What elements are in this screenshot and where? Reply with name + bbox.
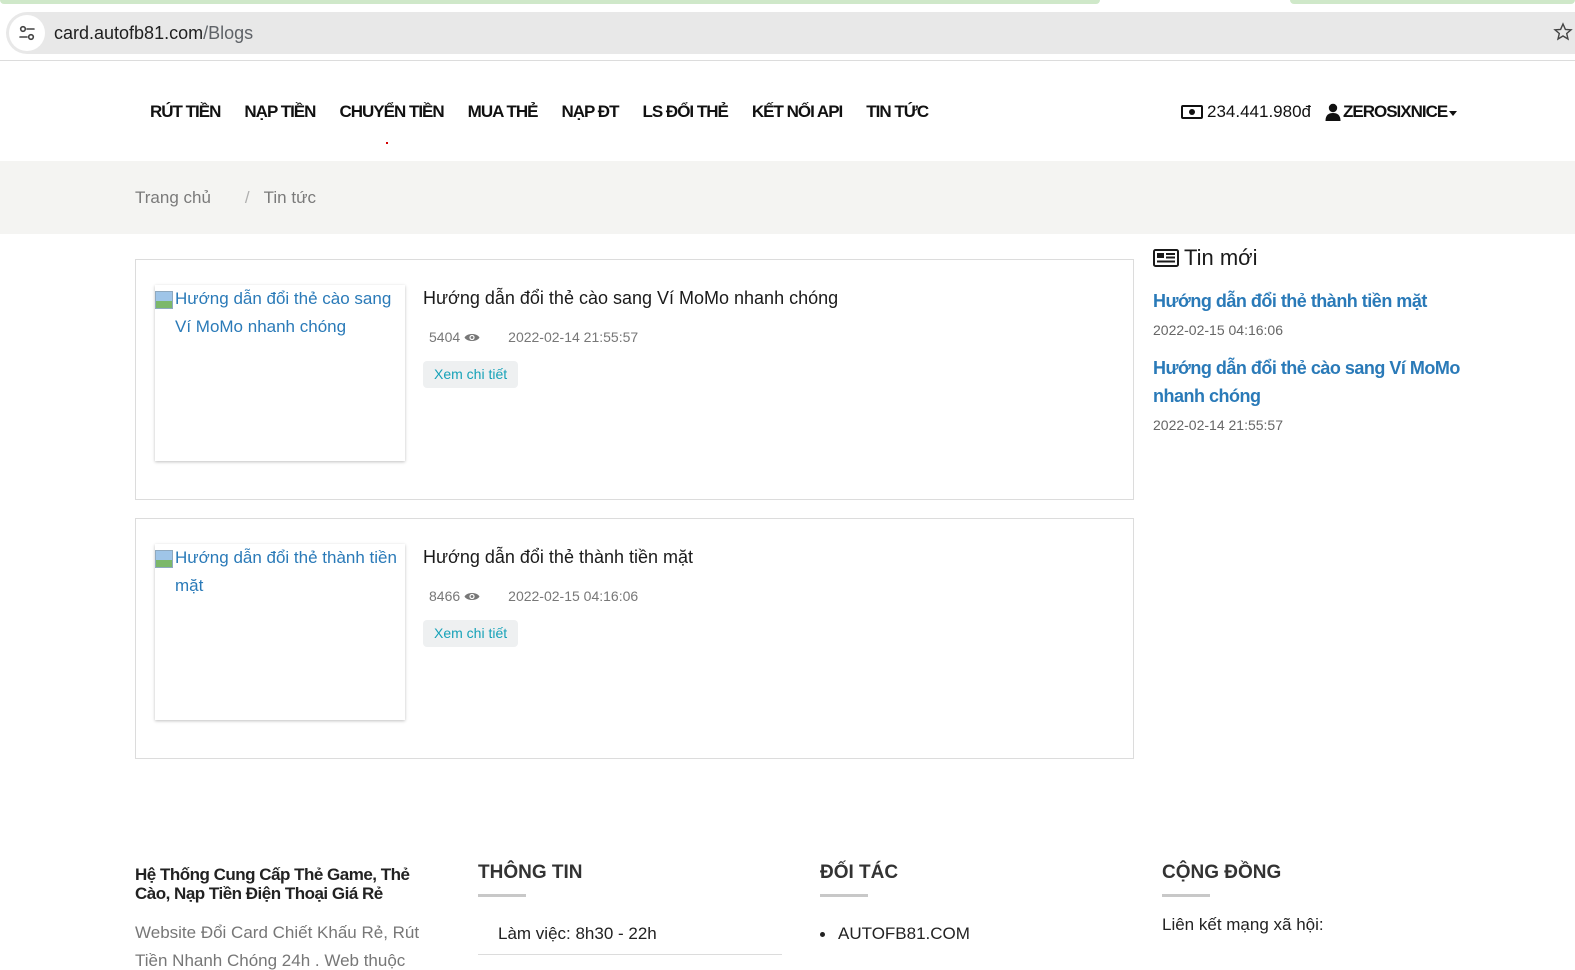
- nav-item-label: CHUYỂN TIỀN: [339, 102, 444, 121]
- user-menu-toggle[interactable]: ZEROSIXNICE: [1343, 102, 1448, 122]
- post-date: 2022-02-15 04:16:06: [508, 588, 639, 604]
- breadcrumb-home-link[interactable]: Trang chủ: [135, 188, 211, 208]
- breadcrumb-bar: Trang chủ / Tin tức: [0, 161, 1575, 234]
- breadcrumb-separator: /: [244, 188, 250, 207]
- eye-icon: [464, 592, 480, 600]
- footer-heading-rule: [820, 894, 868, 897]
- url-host: card.autofb81.com: [54, 22, 204, 43]
- url-path: /Blogs: [203, 22, 254, 43]
- footer-partner-link[interactable]: AUTOFB81.COM: [838, 924, 970, 943]
- eye-icon: [464, 333, 480, 341]
- money-icon: [1181, 105, 1203, 119]
- balance-amount: 234.441.980đ: [1207, 102, 1311, 121]
- sidebar-news-link[interactable]: Hướng dẫn đổi thẻ cào sang Ví MoMo nhanh…: [1153, 354, 1473, 410]
- sidebar-heading: Tin mới: [1153, 245, 1473, 271]
- newspaper-icon: [1153, 249, 1179, 267]
- nav-item-rut-tien[interactable]: RÚT TIỀN: [150, 102, 221, 122]
- footer-info: THÔNG TIN Làm việc: 8h30 - 22h: [478, 862, 782, 955]
- sidebar-latest-news: Tin mới Hướng dẫn đổi thẻ thành tiền mặt…: [1153, 245, 1473, 433]
- site-navbar: RÚT TIỀN NẠP TIỀN CHUYỂN TIỀN MUA THẺ NẠ…: [0, 62, 1575, 161]
- view-detail-button[interactable]: Xem chi tiết: [423, 361, 519, 388]
- post-thumbnail[interactable]: Hướng dẫn đổi thẻ cào sang Ví MoMo nhanh…: [155, 285, 405, 461]
- user-icon[interactable]: [1325, 103, 1341, 121]
- bullet-icon: [820, 932, 825, 938]
- bookmark-star-icon[interactable]: [1553, 22, 1573, 42]
- nav-item-tin-tuc[interactable]: TIN TỨC: [866, 102, 929, 122]
- footer-partner-heading: ĐỐI TÁC: [820, 862, 899, 883]
- footer-brand-title: Hệ Thống Cung Cấp Thẻ Game, Thẻ Cào, Nạp…: [135, 865, 410, 903]
- footer-community-heading: CỘNG ĐỒNG: [1162, 862, 1282, 883]
- post-meta: 5404 2022-02-14 21:55:57: [429, 329, 638, 345]
- active-indicator: [386, 142, 389, 144]
- nav-item-mua-the[interactable]: MUA THẺ: [468, 102, 539, 122]
- nav-item-ls-doi-the[interactable]: LS ĐỔI THẺ: [642, 102, 728, 122]
- nav-menu: RÚT TIỀN NẠP TIỀN CHUYỂN TIỀN MUA THẺ NẠ…: [150, 102, 952, 144]
- sidebar-news-item: Hướng dẫn đổi thẻ thành tiền mặt 2022-02…: [1153, 287, 1473, 338]
- broken-image-alt: Hướng dẫn đổi thẻ cào sang Ví MoMo nhanh…: [155, 285, 405, 341]
- footer-partner-item[interactable]: AUTOFB81.COM: [820, 924, 970, 944]
- footer-brand: Hệ Thống Cung Cấp Thẻ Game, Thẻ Cào, Nạp…: [135, 865, 425, 970]
- footer-info-heading: THÔNG TIN: [478, 862, 583, 883]
- browser-toolbar: card.autofb81.com/Blogs: [0, 4, 1575, 61]
- breadcrumb: Trang chủ / Tin tức: [135, 188, 316, 208]
- sidebar-news-item: Hướng dẫn đổi thẻ cào sang Ví MoMo nhanh…: [1153, 354, 1473, 433]
- post-meta: 8466 2022-02-15 04:16:06: [429, 588, 638, 604]
- footer-community: CỘNG ĐỒNG Liên kết mạng xã hội:: [1162, 862, 1324, 935]
- post-title[interactable]: Hướng dẫn đổi thẻ cào sang Ví MoMo nhanh…: [423, 288, 838, 309]
- footer-partners: ĐỐI TÁC AUTOFB81.COM: [820, 862, 970, 944]
- sidebar-news-date: 2022-02-14 21:55:57: [1153, 417, 1283, 433]
- view-count: 8466: [429, 588, 461, 604]
- footer-community-text: Liên kết mạng xã hội:: [1162, 915, 1324, 934]
- sidebar-news-link[interactable]: Hướng dẫn đổi thẻ thành tiền mặt: [1153, 287, 1473, 315]
- footer-divider: [478, 954, 782, 955]
- nav-item-ket-noi-api[interactable]: KẾT NỐI API: [752, 102, 843, 122]
- url-text[interactable]: card.autofb81.com/Blogs: [54, 23, 253, 44]
- broken-image-alt: Hướng dẫn đổi thẻ thành tiền mặt: [155, 544, 405, 600]
- nav-item-nap-dt[interactable]: NẠP ĐT: [561, 102, 619, 122]
- account-area: 234.441.980đ ZEROSIXNICE: [1181, 102, 1458, 122]
- post-thumbnail[interactable]: Hướng dẫn đổi thẻ thành tiền mặt: [155, 544, 405, 720]
- view-count: 5404: [429, 329, 461, 345]
- post-card: Hướng dẫn đổi thẻ thành tiền mặt Hướng d…: [135, 518, 1134, 759]
- sidebar-news-date: 2022-02-15 04:16:06: [1153, 322, 1283, 338]
- breadcrumb-current: Tin tức: [263, 188, 316, 207]
- nav-item-chuyen-tien[interactable]: CHUYỂN TIỀN: [339, 102, 445, 144]
- address-bar[interactable]: card.autofb81.com/Blogs: [6, 12, 1575, 54]
- post-card: Hướng dẫn đổi thẻ cào sang Ví MoMo nhanh…: [135, 259, 1134, 500]
- view-detail-button[interactable]: Xem chi tiết: [423, 620, 519, 647]
- post-title[interactable]: Hướng dẫn đổi thẻ thành tiền mặt: [423, 547, 693, 568]
- post-date: 2022-02-14 21:55:57: [508, 329, 639, 345]
- nav-item-nap-tien[interactable]: NẠP TIỀN: [244, 102, 316, 122]
- site-info-icon[interactable]: [9, 15, 45, 51]
- sidebar-title: Tin mới: [1184, 245, 1258, 270]
- footer-working-hours: Làm việc: 8h30 - 22h: [498, 924, 657, 943]
- chevron-down-icon[interactable]: [1449, 110, 1458, 116]
- footer-heading-rule: [478, 894, 526, 897]
- footer-brand-desc: Website Đổi Card Chiết Khấu Rẻ, Rút Tiền…: [135, 923, 420, 970]
- footer-heading-rule: [1162, 894, 1210, 897]
